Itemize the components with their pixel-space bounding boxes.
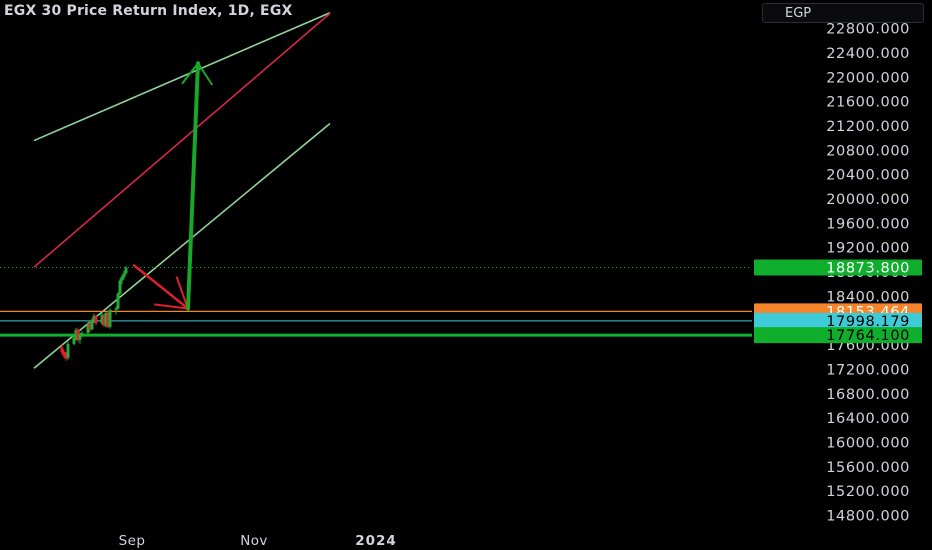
y-tick-label: 16400.000 [826,411,910,427]
candle-body [118,280,122,294]
y-tick-label: 20000.000 [826,192,910,208]
chart-title: EGX 30 Price Return Index, 1D, EGX [4,3,293,19]
y-tick-label: 20800.000 [826,143,910,159]
candle-body [60,347,64,353]
y-tick-label: 19600.000 [826,216,910,232]
price-label-text: 18873.800 [826,261,910,277]
candle-body [94,315,98,324]
price-label-text: 17764.100 [826,328,910,344]
y-tick-label: 22400.000 [826,46,910,62]
candle-body [114,308,118,310]
y-tick-label: 22800.000 [826,22,910,38]
y-tick-label: 20400.000 [826,168,910,184]
y-tick-label: 19200.000 [826,241,910,257]
y-tick-label: 21600.000 [826,95,910,111]
y-tick-label: 18400.000 [826,289,910,305]
price-chart[interactable]: 14800.000 15200.000 15600.000 16000.000 1640… [0,0,932,550]
y-tick-label: 16800.000 [826,387,910,403]
y-tick-label: 16000.000 [826,436,910,452]
x-tick-label: 2024 [355,533,397,549]
candle-body [66,343,70,358]
candle-body [72,337,76,344]
y-tick-label: 17200.000 [826,362,910,378]
candle-body [78,334,82,340]
x-tick-label: Sep [119,533,146,549]
candle-body [124,267,128,274]
candle-body [122,273,126,277]
y-tick-label: 15200.000 [826,484,910,500]
candle-body [80,332,84,335]
candle-body [90,320,94,330]
candle-body [108,309,112,327]
currency-button[interactable]: EGP [762,3,924,23]
y-tick-label: 15600.000 [826,460,910,476]
candle-body [62,351,66,357]
candle-body [116,293,120,309]
x-tick-label: Nov [240,533,268,549]
y-tick-label: 21200.000 [826,119,910,135]
y-tick-label: 14800.000 [826,509,910,525]
candle-body [120,276,124,281]
y-tick-label: 22000.000 [826,70,910,86]
